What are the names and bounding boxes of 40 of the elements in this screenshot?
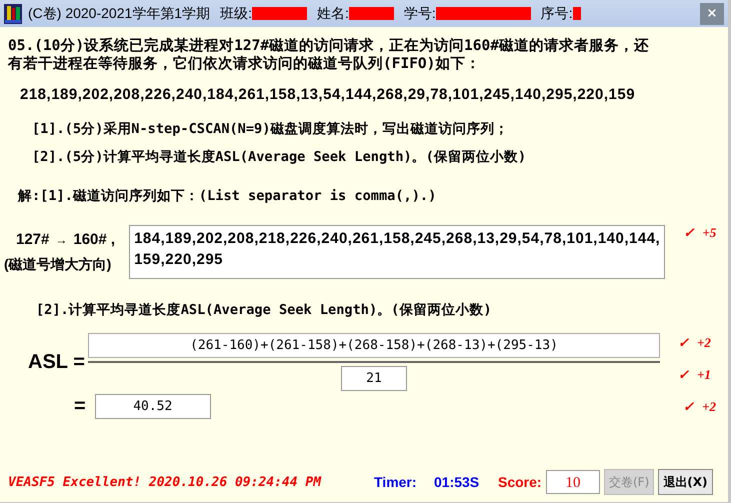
asl-label: ASL =: [28, 351, 86, 374]
start-track-label: 127#: [16, 231, 50, 248]
check-mark: ✓: [678, 335, 689, 351]
arrow-label: →: [55, 232, 68, 246]
answer-heading: 解:[1].磁道访问序列如下：(List separator is comma(,).): [18, 187, 436, 205]
status-message: VEASF5 Excellent! 2020.10.26 09:24:44 PM: [8, 474, 322, 490]
score-field[interactable]: 10: [546, 470, 600, 494]
field-label: 序号:: [540, 4, 573, 22]
redaction-mark: [348, 7, 394, 20]
question-part: [1].(5分)采用N-step-CSCAN(N=9)磁盘调度算法时，写出磁道访问序列；: [32, 120, 508, 139]
sequence-field[interactable]: 184,189,202,208,218,226,240,261,158,245,268,13,29,54,78,101,140,144,159,220,295: [129, 225, 666, 279]
direction-label: (磁道号增大方向): [4, 256, 112, 274]
points-label: +1: [697, 367, 711, 383]
denominator-field[interactable]: 21: [341, 366, 407, 391]
score-label: Score:: [498, 474, 543, 490]
points-label: +2: [697, 335, 711, 351]
check-mark: ✓: [683, 225, 694, 241]
points-label: +5: [702, 225, 716, 241]
check-mark: ✓: [683, 398, 694, 414]
app-icon: [4, 4, 22, 24]
points-label: +2: [702, 398, 716, 414]
question-part: [2].(5分)计算平均寻道长度ASL(Average Seek Length)。(保留两位小数): [32, 148, 526, 167]
request-queue: 218,189,202,208,226,240,184,261,158,13,54,144,268,29,78,101,245,140,295,220,159: [20, 85, 636, 105]
redaction-mark: [252, 7, 307, 20]
field-label: 班级:: [220, 4, 252, 22]
exit-button[interactable]: 退出(X): [658, 469, 712, 495]
numerator-field[interactable]: (261-160)+(261-158)+(268-158)+(268-13)+(295-13): [88, 333, 660, 358]
equals-sign: =: [74, 395, 87, 418]
close-button[interactable]: ×: [700, 2, 724, 24]
field-label: 学号:: [404, 4, 436, 22]
redaction-mark: [572, 7, 581, 20]
timer-value: 01:53S: [434, 474, 480, 490]
answer-heading: [2].计算平均寻道长度ASL(Average Seek Length)。(保留两位小数): [36, 301, 492, 319]
timer-label: Timer:: [374, 474, 418, 490]
end-track-label: 160# ,: [73, 231, 116, 248]
result-field[interactable]: 40.52: [94, 394, 211, 419]
window-title: (C卷) 2020-2021学年第1学期: [28, 4, 210, 22]
question-text: 05.(10分)设系统已完成某进程对127#磁道的访问请求，正在为访问160#磁道的请求者服务，还有若干进程在等待服务，它们依次请求访问的磁道号队列(FIFO)如下：: [8, 37, 650, 73]
field-label: 姓名:: [316, 4, 349, 22]
check-mark: ✓: [678, 367, 689, 383]
